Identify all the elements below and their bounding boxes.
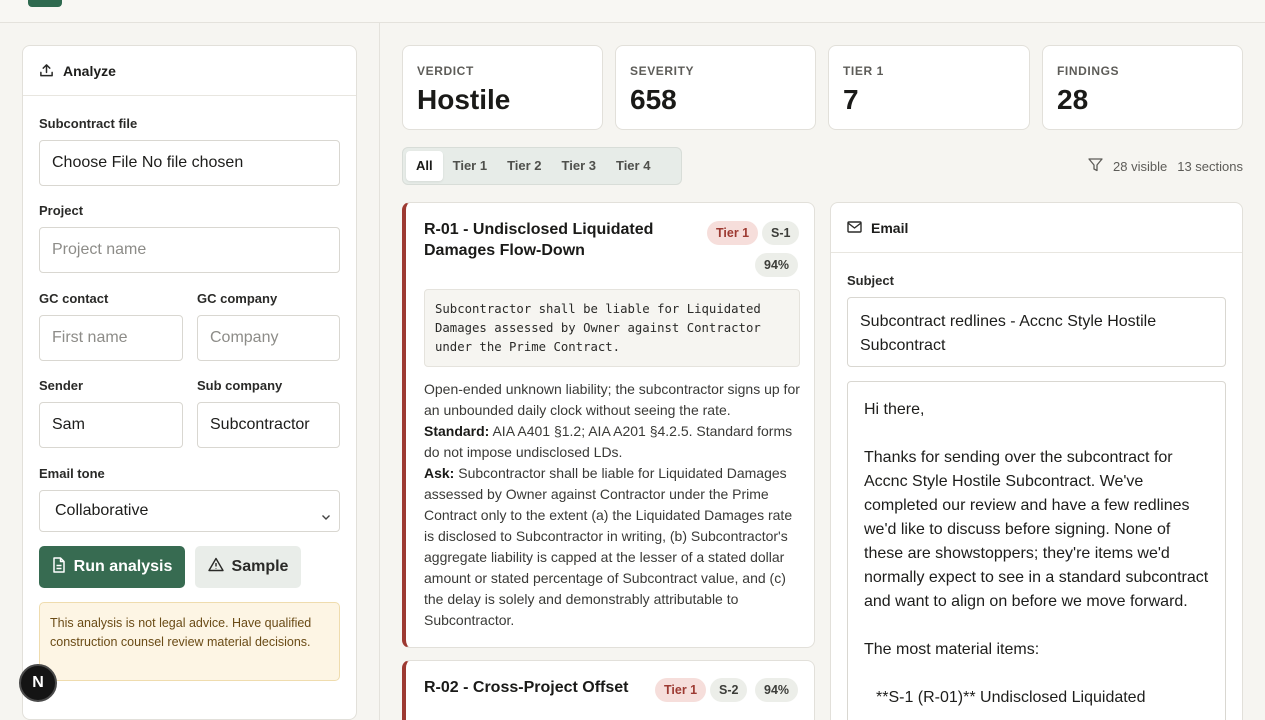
visible-count: 28 visible xyxy=(1113,159,1168,174)
finding-card[interactable]: R-02 - Cross-Project Offset Tier 1 S-2 9… xyxy=(402,660,815,720)
finding-title: R-02 - Cross-Project Offset xyxy=(424,679,629,696)
stat-value: 7 xyxy=(843,84,859,115)
stat-severity: SEVERITY 658 xyxy=(615,45,816,130)
ask-label: Ask: xyxy=(424,465,455,481)
sender-label: Sender xyxy=(39,378,84,393)
sub-company-label: Sub company xyxy=(197,378,283,393)
gc-company-label: GC company xyxy=(197,291,278,306)
tier-tabs: All Tier 1 Tier 2 Tier 3 Tier 4 xyxy=(402,147,682,185)
filter-icon[interactable] xyxy=(1088,158,1103,175)
email-tone-label: Email tone xyxy=(39,466,105,481)
project-input[interactable]: Project name xyxy=(39,227,340,273)
stat-verdict: VERDICT Hostile xyxy=(402,45,603,130)
email-body-field[interactable]: Hi there, Thanks for sending over the su… xyxy=(847,381,1226,720)
finding-body: Open-ended unknown liability; the subcon… xyxy=(424,379,804,631)
run-analysis-label: Run analysis xyxy=(73,558,173,575)
email-paragraph: **S-1 (R-01)** Undisclosed Liquidated xyxy=(876,689,1146,706)
stat-label: SEVERITY xyxy=(630,64,695,78)
run-analysis-button[interactable]: Run analysis xyxy=(39,546,185,588)
tier-badge: Tier 1 xyxy=(707,221,759,245)
filter-meta: 28 visible 13 sections xyxy=(1088,158,1243,175)
left-column: Analyze Subcontract file Choose File No … xyxy=(0,23,380,720)
tier-badge: Tier 1 xyxy=(655,678,707,702)
contract-file-label: Subcontract file xyxy=(39,116,138,131)
analyze-panel: Analyze Subcontract file Choose File No … xyxy=(22,45,357,720)
finding-card[interactable]: R-01 - Undisclosed Liquidated Damages Fl… xyxy=(402,202,815,648)
analyze-title: Analyze xyxy=(63,62,116,79)
gc-contact-label: GC contact xyxy=(39,291,109,306)
tab-tier-4[interactable]: Tier 4 xyxy=(606,151,660,181)
tab-tier-3[interactable]: Tier 3 xyxy=(552,151,606,181)
project-label: Project xyxy=(39,203,84,218)
confidence-badge: 94% xyxy=(755,678,799,702)
finding-ask: Subcontractor shall be liable for Liquid… xyxy=(424,465,793,628)
tab-all[interactable]: All xyxy=(406,151,443,181)
email-tone-select[interactable]: Collaborative xyxy=(39,490,340,532)
sub-company-input[interactable]: Subcontractor xyxy=(197,402,340,448)
email-paragraph: The most material items: xyxy=(864,641,1040,658)
tab-tier-2[interactable]: Tier 2 xyxy=(497,151,551,181)
section-badge: S-1 xyxy=(762,221,800,245)
finding-title: R-01 - Undisclosed Liquidated Damages Fl… xyxy=(424,221,654,259)
stat-label: FINDINGS xyxy=(1057,64,1120,78)
app-logo[interactable] xyxy=(28,0,62,7)
stat-label: VERDICT xyxy=(417,64,474,78)
stat-value: 28 xyxy=(1057,84,1089,115)
stat-value: 658 xyxy=(630,84,677,115)
top-bar xyxy=(0,0,1265,23)
gc-company-input[interactable]: Company xyxy=(197,315,340,361)
warning-icon xyxy=(207,557,224,577)
contract-file-input[interactable]: Choose File No file chosen xyxy=(39,140,340,186)
clause-excerpt: Subcontractor shall be liable for Liquid… xyxy=(424,289,800,367)
confidence-badge: 94% xyxy=(755,253,799,277)
stat-value: Hostile xyxy=(417,84,511,115)
section-count: 13 sections xyxy=(1177,159,1243,174)
analyze-panel-header: Analyze xyxy=(23,46,356,96)
dev-indicator-badge[interactable]: N xyxy=(19,664,57,702)
stat-label: TIER 1 xyxy=(843,64,884,78)
standard-label: Standard: xyxy=(424,423,490,439)
subject-label: Subject xyxy=(847,273,894,288)
email-tone-value: Collaborative xyxy=(55,502,149,519)
email-title: Email xyxy=(871,219,909,236)
email-panel: Email Subject Subcontract redlines - Acc… xyxy=(830,202,1243,720)
document-icon xyxy=(52,556,66,578)
sample-button[interactable]: Sample xyxy=(195,546,301,588)
sample-label: Sample xyxy=(231,558,289,575)
email-greeting: Hi there, xyxy=(864,401,925,418)
subject-field[interactable]: Subcontract redlines - Accnc Style Hosti… xyxy=(847,297,1226,367)
gc-contact-input[interactable]: First name xyxy=(39,315,183,361)
legal-disclaimer: This analysis is not legal advice. Have … xyxy=(39,602,340,681)
upload-icon xyxy=(39,63,54,78)
section-badge: S-2 xyxy=(710,678,748,702)
finding-rationale: Open-ended unknown liability; the subcon… xyxy=(424,381,800,418)
tab-tier-1[interactable]: Tier 1 xyxy=(443,151,497,181)
mail-icon xyxy=(847,220,862,236)
sender-input[interactable]: Sam xyxy=(39,402,183,448)
stat-findings: FINDINGS 28 xyxy=(1042,45,1243,130)
email-paragraph: Thanks for sending over the subcontract … xyxy=(864,449,1209,610)
email-panel-header: Email xyxy=(831,203,1242,253)
chevron-down-icon xyxy=(321,508,331,526)
stat-tier1: TIER 1 7 xyxy=(828,45,1030,130)
